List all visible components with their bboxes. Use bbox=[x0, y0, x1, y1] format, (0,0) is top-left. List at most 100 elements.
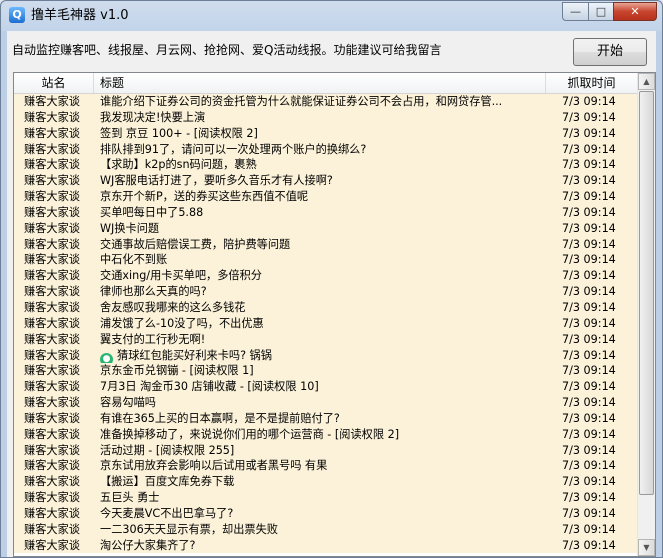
row-title: 五巨头 勇士 bbox=[100, 491, 160, 505]
row-site: 赚客大家谈 bbox=[24, 411, 80, 425]
table-row[interactable]: 赚客大家谈 【搬运】百度文库免券下载 7/3 09:14 bbox=[14, 474, 638, 491]
row-title: 准备换掉移动了，来说说你们用的哪个运营商 - [阅读权限 2] bbox=[100, 427, 400, 441]
maximize-button[interactable]: □ bbox=[588, 2, 614, 21]
column-header-time[interactable]: 抓取时间 bbox=[546, 73, 638, 93]
column-header-title[interactable]: 标题 bbox=[94, 73, 546, 93]
table-row[interactable]: 赚客大家谈 7月3日 淘金币30 店铺收藏 - [阅读权限 10] 7/3 09:1… bbox=[14, 379, 638, 396]
table-row[interactable]: 赚客大家谈 中石化不到账 7/3 09:14 bbox=[14, 252, 638, 269]
table-row[interactable]: 赚客大家谈 浦发饿了么-10没了吗，不出优惠 7/3 09:14 bbox=[14, 315, 638, 332]
notice-text: 自动监控赚客吧、线报屋、月云网、抢抢网、爱Q活动线报。功能建议可给我留言 bbox=[12, 43, 442, 57]
row-site: 赚客大家谈 bbox=[24, 158, 80, 172]
row-title: 买单吧每日中了5.88 bbox=[100, 205, 204, 219]
row-site: 赚客大家谈 bbox=[24, 380, 80, 394]
table-row[interactable]: 赚客大家谈 【求助】k2p的sn码问题，裹熟 7/3 09:14 bbox=[14, 157, 638, 174]
row-time: 7/3 09:14 bbox=[562, 522, 616, 536]
table-row[interactable]: 赚客大家谈 我发现决定!快要上演 7/3 09:14 bbox=[14, 109, 638, 126]
scroll-up-icon[interactable]: ▲ bbox=[638, 73, 655, 90]
row-time: 7/3 09:14 bbox=[562, 427, 616, 441]
row-title: 7月3日 淘金币30 店铺收藏 - [阅读权限 10] bbox=[100, 380, 319, 394]
list-rows: 赚客大家谈 谁能介绍下证券公司的资金托管为什么就能保证证券公司不会占用，和网贷存管… bbox=[14, 94, 638, 554]
table-row[interactable]: 赚客大家谈 舍友感叹我哪来的这么多钱花 7/3 09:14 bbox=[14, 299, 638, 316]
row-title: 舍友感叹我哪来的这么多钱花 bbox=[100, 300, 246, 314]
row-site: 赚客大家谈 bbox=[24, 285, 80, 299]
title-bar[interactable]: Q 撸羊毛神器 v1.0 — □ ✕ bbox=[1, 1, 662, 31]
table-row[interactable]: 赚客大家谈 ● 猜球红包能买好利来卡吗? 锅锅 7/3 09:14 bbox=[14, 347, 638, 366]
table-row[interactable]: 赚客大家谈 交通事故后赔偿误工费，陪护费等问题 7/3 09:14 bbox=[14, 236, 638, 253]
row-site: 赚客大家谈 bbox=[24, 237, 80, 251]
client-area: 自动监控赚客吧、线报屋、月云网、抢抢网、爱Q活动线报。功能建议可给我留言 开始 … bbox=[7, 31, 656, 557]
row-title: 京东试用放弃会影响以后试用或者黑号吗 有果 bbox=[100, 459, 328, 473]
row-time: 7/3 09:14 bbox=[562, 205, 616, 219]
row-time: 7/3 09:14 bbox=[562, 237, 616, 251]
row-title: 翼支付的工行秒无啊! bbox=[100, 332, 206, 346]
table-row[interactable]: 赚客大家谈 排队排到91了，请问可以一次处理两个账户的换绑么? 7/3 09:14 bbox=[14, 141, 638, 158]
row-time: 7/3 09:14 bbox=[562, 475, 616, 489]
table-row[interactable]: 赚客大家谈 活动过期 - [阅读权限 255] 7/3 09:14 bbox=[14, 442, 638, 459]
row-site: 赚客大家谈 bbox=[24, 522, 80, 536]
row-site: 赚客大家谈 bbox=[24, 475, 80, 489]
row-site: 赚客大家谈 bbox=[24, 269, 80, 283]
row-site: 赚客大家谈 bbox=[24, 174, 80, 188]
column-header-site[interactable]: 站名 bbox=[14, 73, 94, 93]
table-row[interactable]: 赚客大家谈 买单吧每日中了5.88 7/3 09:14 bbox=[14, 204, 638, 221]
minimize-icon: — bbox=[570, 5, 581, 18]
table-row[interactable]: 赚客大家谈 翼支付的工行秒无啊! 7/3 09:14 bbox=[14, 331, 638, 348]
row-site: 赚客大家谈 bbox=[24, 142, 80, 156]
table-row[interactable]: 赚客大家谈 京东金币兑钢镚 - [阅读权限 1] 7/3 09:14 bbox=[14, 363, 638, 380]
table-row[interactable]: 赚客大家谈 京东开个新P，送的券买这些东西值不值呢 7/3 09:14 bbox=[14, 189, 638, 205]
row-time: 7/3 09:14 bbox=[562, 126, 616, 140]
table-row[interactable]: 赚客大家谈 容易勾喵吗 7/3 09:14 bbox=[14, 395, 638, 411]
row-time: 7/3 09:14 bbox=[562, 221, 616, 235]
row-site: 赚客大家谈 bbox=[24, 205, 80, 219]
row-title: 谁能介绍下证券公司的资金托管为什么就能保证证券公司不会占用，和网贷存管... bbox=[100, 95, 503, 108]
row-title: 【求助】k2p的sn码问题，裹熟 bbox=[100, 158, 257, 172]
table-row[interactable]: 赚客大家谈 淘公仔大家集齐了? 7/3 09:14 bbox=[14, 537, 638, 554]
minimize-button[interactable]: — bbox=[562, 2, 589, 21]
row-time: 7/3 09:14 bbox=[562, 506, 616, 520]
table-row[interactable]: 赚客大家谈 京东试用放弃会影响以后试用或者黑号吗 有果 7/3 09:14 bbox=[14, 458, 638, 475]
row-site: 赚客大家谈 bbox=[24, 491, 80, 505]
row-site: 赚客大家谈 bbox=[24, 332, 80, 346]
row-title: 签到 京豆 100+ - [阅读权限 2] bbox=[100, 126, 258, 140]
row-title: 容易勾喵吗 bbox=[100, 396, 156, 410]
row-title: 律师也那么天真的吗? bbox=[100, 285, 207, 299]
row-time: 7/3 09:14 bbox=[562, 348, 616, 362]
row-title: WJ换卡问题 bbox=[100, 221, 160, 235]
table-row[interactable]: 赚客大家谈 签到 京豆 100+ - [阅读权限 2] 7/3 09:14 bbox=[14, 125, 638, 142]
table-row[interactable]: 赚客大家谈 WJ换卡问题 7/3 09:14 bbox=[14, 220, 638, 237]
table-row[interactable]: 赚客大家谈 谁能介绍下证券公司的资金托管为什么就能保证证券公司不会占用，和网贷存管… bbox=[14, 94, 638, 110]
close-button[interactable]: ✕ bbox=[613, 2, 657, 21]
row-site: 赚客大家谈 bbox=[24, 538, 80, 552]
row-site: 赚客大家谈 bbox=[24, 443, 80, 457]
row-time: 7/3 09:14 bbox=[562, 95, 616, 108]
row-title: 淘公仔大家集齐了? bbox=[100, 538, 196, 552]
scroll-thumb[interactable] bbox=[639, 91, 654, 495]
row-time: 7/3 09:14 bbox=[562, 300, 616, 314]
vertical-scrollbar[interactable]: ▲ ▼ bbox=[637, 73, 655, 556]
table-row[interactable]: 赚客大家谈 今天麦晨VC不出巴拿马了? 7/3 09:14 bbox=[14, 505, 638, 522]
row-title: 浦发饿了么-10没了吗，不出优惠 bbox=[100, 316, 264, 330]
row-title: 我发现决定!快要上演 bbox=[100, 110, 206, 124]
thread-list[interactable]: 站名 标题 抓取时间 赚客大家谈 谁能介绍下证券公司的资金托管为什么就能保证证券公… bbox=[13, 72, 656, 557]
table-row[interactable]: 赚客大家谈 五巨头 勇士 7/3 09:14 bbox=[14, 490, 638, 506]
row-time: 7/3 09:14 bbox=[562, 491, 616, 505]
start-button[interactable]: 开始 bbox=[573, 38, 647, 66]
table-row[interactable]: 赚客大家谈 WJ客服电话打进了，要听多久音乐才有人接啊? 7/3 09:14 bbox=[14, 173, 638, 190]
app-icon: Q bbox=[9, 7, 25, 23]
table-row[interactable]: 赚客大家谈 律师也那么天真的吗? 7/3 09:14 bbox=[14, 284, 638, 300]
row-site: 赚客大家谈 bbox=[24, 190, 80, 204]
table-row[interactable]: 赚客大家谈 一二306天天显示有票，却出票失败 7/3 09:14 bbox=[14, 521, 638, 538]
row-site: 赚客大家谈 bbox=[24, 300, 80, 314]
table-row[interactable]: 赚客大家谈 有谁在365上买的日本赢啊，是不是提前赔付了? 7/3 09:14 bbox=[14, 410, 638, 427]
row-title: 活动过期 - [阅读权限 255] bbox=[100, 443, 235, 457]
row-time: 7/3 09:14 bbox=[562, 158, 616, 172]
table-row[interactable]: 赚客大家谈 准备换掉移动了，来说说你们用的哪个运营商 - [阅读权限 2] 7/3 … bbox=[14, 426, 638, 443]
row-title: 京东金币兑钢镚 - [阅读权限 1] bbox=[100, 364, 254, 378]
table-row[interactable]: 赚客大家谈 交通xing/用卡买单吧，多倍积分 7/3 09:14 bbox=[14, 268, 638, 285]
maximize-icon: □ bbox=[595, 5, 607, 18]
row-title: 京东开个新P，送的券买这些东西值不值呢 bbox=[100, 190, 309, 204]
row-site: 赚客大家谈 bbox=[24, 221, 80, 235]
row-time: 7/3 09:14 bbox=[562, 269, 616, 283]
row-time: 7/3 09:14 bbox=[562, 110, 616, 124]
scroll-down-icon[interactable]: ▼ bbox=[638, 539, 655, 556]
